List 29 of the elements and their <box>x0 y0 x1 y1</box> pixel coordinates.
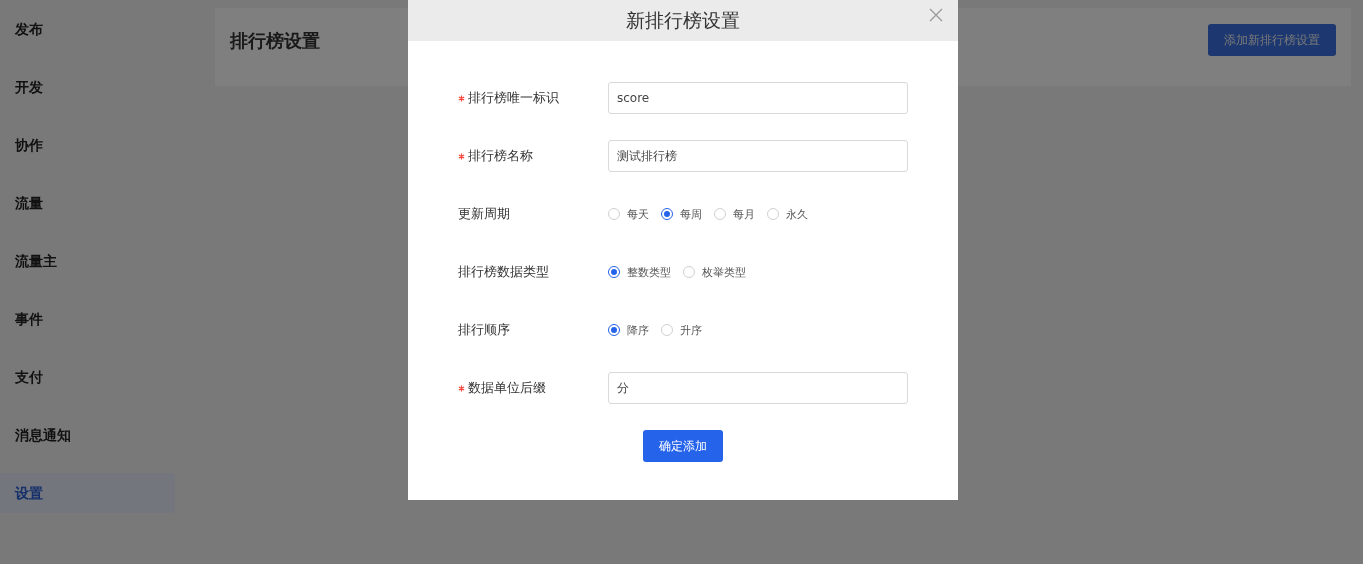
close-icon[interactable] <box>929 8 943 22</box>
field-label: 排行榜名称 <box>468 147 533 165</box>
field-label: 排行顺序 <box>458 321 510 339</box>
sidebar-item[interactable]: 协作 <box>0 125 175 165</box>
sidebar-item[interactable]: 流量 <box>0 183 175 223</box>
radio-option[interactable]: 永久 <box>767 206 808 222</box>
field-label: 排行榜数据类型 <box>458 263 549 281</box>
sidebar-item[interactable]: 事件 <box>0 299 175 339</box>
submit-button[interactable]: 确定添加 <box>643 430 723 462</box>
radio-option[interactable]: 升序 <box>661 322 702 338</box>
input-field[interactable]: 测试排行榜 <box>608 140 908 172</box>
radio-option[interactable]: 枚举类型 <box>683 264 746 280</box>
radio-option[interactable]: 每天 <box>608 206 649 222</box>
sidebar-item[interactable]: 发布 <box>0 9 175 49</box>
field-label: 数据单位后缀 <box>468 379 546 397</box>
sidebar-item[interactable]: 支付 <box>0 357 175 397</box>
radio-option[interactable]: 每月 <box>714 206 755 222</box>
input-field[interactable]: 分 <box>608 372 908 404</box>
field-label: 更新周期 <box>458 205 510 223</box>
dialog-title: 新排行榜设置 <box>626 7 740 33</box>
radio-option[interactable]: 整数类型 <box>608 264 671 280</box>
sidebar-item[interactable]: 消息通知 <box>0 415 175 455</box>
radio-option[interactable]: 每周 <box>661 206 702 222</box>
radio-option[interactable]: 降序 <box>608 322 649 338</box>
sidebar-item[interactable]: 流量主 <box>0 241 175 281</box>
page-title: 排行榜设置 <box>230 29 320 53</box>
field-label: 排行榜唯一标识 <box>468 89 559 107</box>
input-field[interactable]: score <box>608 82 908 114</box>
sidebar-item[interactable]: 开发 <box>0 67 175 107</box>
